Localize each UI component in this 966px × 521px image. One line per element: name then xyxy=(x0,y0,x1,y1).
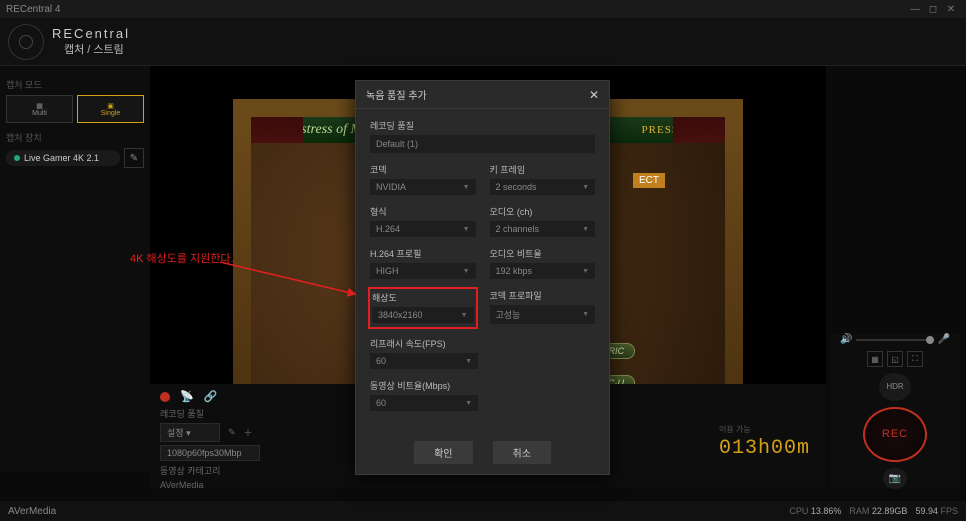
resolution-label: 해상도 xyxy=(372,291,474,304)
preset-select[interactable]: 1080p60fps30Mbp xyxy=(160,445,260,461)
cpu-stat: CPU 13.86% xyxy=(789,506,841,516)
record-panel: 🔊 🎤 ▦ ◱ ⛶ HDR REC 📷 xyxy=(830,334,960,489)
codec-profile-label: 코덱 프로파일 xyxy=(490,289,596,302)
stream-tab[interactable]: 📡 xyxy=(180,390,194,403)
keyframe-label: 키 프레임 xyxy=(490,163,596,176)
quality-label: 레코딩 품질 xyxy=(160,407,204,420)
format-select[interactable]: H.264▼ xyxy=(370,221,476,237)
pip-button[interactable]: ◱ xyxy=(887,351,903,367)
video-bitrate-label: 동영상 비트율(Mbps) xyxy=(370,379,595,392)
footer-brand: AVerMedia xyxy=(8,506,56,517)
speaker-icon: 🔊 xyxy=(840,334,852,345)
device-chip[interactable]: Live Gamer 4K 2.1 xyxy=(6,150,120,166)
dialog-title: 녹음 품질 추가 xyxy=(366,87,589,102)
device-status-dot xyxy=(14,155,20,161)
select-banner: ECT xyxy=(633,173,665,188)
capture-device-label: 캡처 장치 xyxy=(6,131,144,144)
device-name: Live Gamer 4K 2.1 xyxy=(24,153,99,163)
format-label: 형식 xyxy=(370,205,476,218)
audio-ch-label: 오디오 (ch) xyxy=(490,205,596,218)
app-header: RECentral 캡처 / 스트림 xyxy=(0,18,966,66)
dialog-close-button[interactable]: ✕ xyxy=(589,88,599,102)
status-bar: AVerMedia CPU 13.86% RAM 22.89GB 59.94 F… xyxy=(0,501,966,521)
mode-breadcrumb: 캡처 / 스트림 xyxy=(64,41,130,57)
close-button[interactable]: ✕ xyxy=(942,4,960,15)
h264-profile-label: H.264 프로필 xyxy=(370,247,476,260)
volume-slider-row: 🔊 🎤 xyxy=(840,334,950,345)
codec-label: 코덱 xyxy=(370,163,476,176)
available-timer: 이용 가능 013h00m xyxy=(719,424,810,460)
ok-button[interactable]: 확인 xyxy=(414,441,472,464)
annotation-text: 4K 해상도를 지원한다. xyxy=(130,250,234,266)
quality-edit-button[interactable]: ✎ xyxy=(228,427,236,438)
refresh-rate-label: 리프래시 속도(FPS) xyxy=(370,337,595,350)
codec-profile-select[interactable]: 고성능▼ xyxy=(490,305,596,324)
keyframe-select[interactable]: 2 seconds▼ xyxy=(490,179,596,195)
audio-bitrate-label: 오디오 비트율 xyxy=(490,247,596,260)
record-tab[interactable] xyxy=(160,392,170,402)
share-tab[interactable]: 🔗 xyxy=(204,390,218,403)
ram-stat: RAM 22.89GB xyxy=(849,506,907,516)
codec-select[interactable]: NVIDIA▼ xyxy=(370,179,476,195)
overlay-button[interactable]: ▦ xyxy=(867,351,883,367)
video-bitrate-select[interactable]: 60▼ xyxy=(370,395,478,411)
maximize-button[interactable]: ◻ xyxy=(924,4,942,15)
volume-slider[interactable] xyxy=(856,339,933,341)
brand-name: RECentral xyxy=(52,26,130,41)
device-edit-button[interactable]: ✎ xyxy=(124,148,144,168)
app-logo-icon xyxy=(8,24,44,60)
audio-bitrate-select[interactable]: 192 kbps▼ xyxy=(490,263,596,279)
record-button[interactable]: REC xyxy=(863,407,927,463)
category-label: 동영상 카테고리 xyxy=(160,464,220,477)
mode-single-button[interactable]: ▣ Single xyxy=(77,95,144,123)
single-icon: ▣ xyxy=(107,102,114,110)
audio-ch-select[interactable]: 2 channels▼ xyxy=(490,221,596,237)
timer-value: 013h00m xyxy=(719,437,810,460)
resolution-highlight: 해상도 3840x2160▼ xyxy=(368,287,478,329)
screenshot-button[interactable]: 📷 xyxy=(883,468,907,489)
h264-profile-select[interactable]: HIGH▼ xyxy=(370,263,476,279)
category-value: AVerMedia xyxy=(160,480,203,490)
mode-multi-button[interactable]: ▦ Multi xyxy=(6,95,73,123)
camera-icon: 📷 xyxy=(889,473,901,484)
cancel-button[interactable]: 취소 xyxy=(493,441,551,464)
capture-mode-label: 캡처 모드 xyxy=(6,78,144,91)
quality-add-button[interactable]: ＋ xyxy=(244,426,253,439)
window-title: RECentral 4 xyxy=(6,4,60,15)
quality-select[interactable]: 설정 ▾ xyxy=(160,423,220,442)
refresh-rate-select[interactable]: 60▼ xyxy=(370,353,478,369)
fps-stat: 59.94 FPS xyxy=(915,506,958,516)
mic-icon[interactable]: 🎤 xyxy=(938,334,950,345)
left-sidebar: 캡처 모드 ▦ Multi ▣ Single 캡처 장치 Live Gamer … xyxy=(0,66,150,471)
multi-icon: ▦ xyxy=(36,102,43,110)
fullscreen-button[interactable]: ⛶ xyxy=(907,351,923,367)
minimize-button[interactable]: — xyxy=(906,4,924,15)
pencil-icon: ✎ xyxy=(130,153,138,164)
resolution-select[interactable]: 3840x2160▼ xyxy=(372,307,474,323)
add-quality-dialog: 녹음 품질 추가 ✕ 레코딩 품질 코덱 NVIDIA▼ 키 프레임 2 sec… xyxy=(355,80,610,475)
hdr-button[interactable]: HDR xyxy=(879,373,911,401)
timer-label: 이용 가능 xyxy=(719,424,810,435)
rec-quality-label: 레코딩 품질 xyxy=(370,119,595,132)
rec-quality-input[interactable] xyxy=(370,135,595,153)
window-titlebar: RECentral 4 — ◻ ✕ xyxy=(0,0,966,18)
